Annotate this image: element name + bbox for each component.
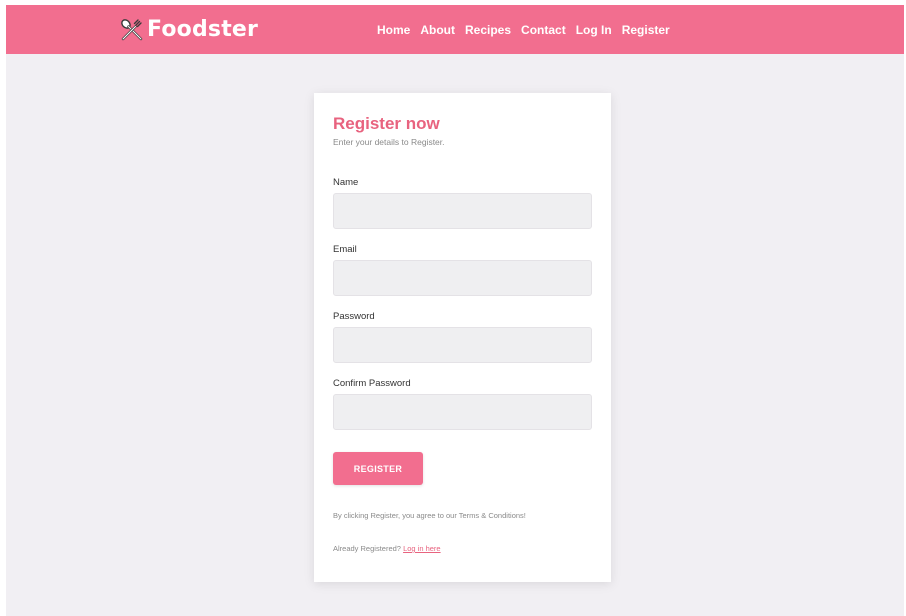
login-here-link[interactable]: Log in here xyxy=(403,544,441,553)
nav-contact-link[interactable]: Contact xyxy=(521,21,566,39)
email-label: Email xyxy=(333,244,357,255)
register-button[interactable]: REGISTER xyxy=(333,452,423,485)
name-label: Name xyxy=(333,177,359,188)
password-label: Password xyxy=(333,311,375,322)
name-input[interactable] xyxy=(333,193,592,229)
login-prompt: Already Registered? Log in here xyxy=(333,543,441,554)
navbar: Foodster Home About Recipes Contact Log … xyxy=(6,5,904,54)
page-frame: Foodster Home About Recipes Contact Log … xyxy=(6,5,904,616)
terms-note: By clicking Register, you agree to our T… xyxy=(333,511,526,520)
brand-logo[interactable]: Foodster xyxy=(119,17,258,43)
form-subtitle: Enter your details to Register. xyxy=(333,137,445,147)
register-card: Register now Enter your details to Regis… xyxy=(314,93,611,582)
nav-register-link[interactable]: Register xyxy=(622,21,670,39)
main-nav: Home About Recipes Contact Log In Regist… xyxy=(377,21,670,39)
login-prompt-text: Already Registered? xyxy=(333,544,401,553)
email-input[interactable] xyxy=(333,260,592,296)
fork-spoon-icon xyxy=(121,19,143,41)
confirm-password-input[interactable] xyxy=(333,394,592,430)
nav-about-link[interactable]: About xyxy=(420,21,455,39)
nav-home-link[interactable]: Home xyxy=(377,21,410,39)
nav-login-link[interactable]: Log In xyxy=(576,21,612,39)
form-title: Register now xyxy=(333,114,440,133)
confirm-password-label: Confirm Password xyxy=(333,378,411,389)
password-input[interactable] xyxy=(333,327,592,363)
nav-recipes-link[interactable]: Recipes xyxy=(465,21,511,39)
brand-name: Foodster xyxy=(147,17,259,42)
